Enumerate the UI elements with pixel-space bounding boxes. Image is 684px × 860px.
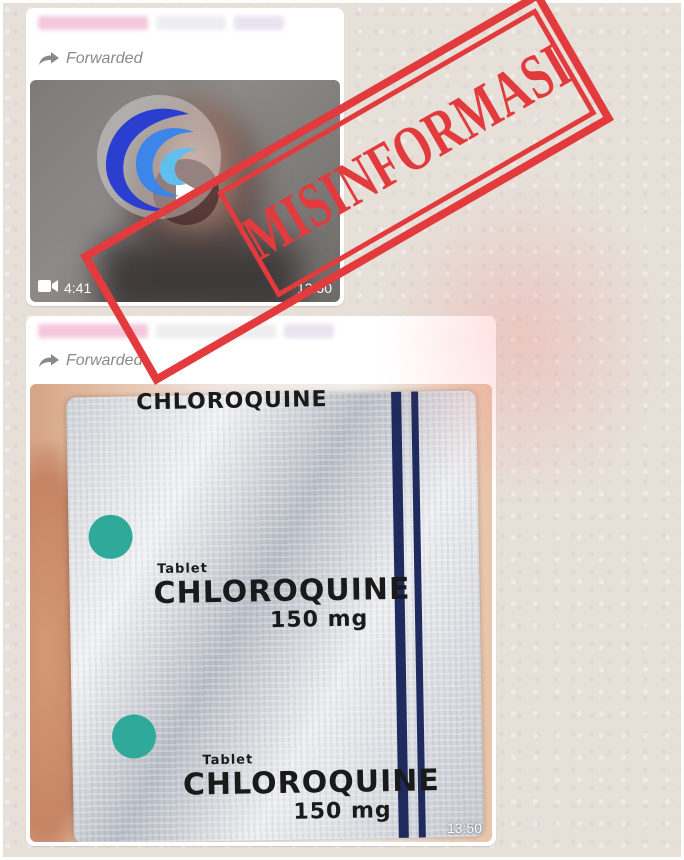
blur-block <box>234 16 284 30</box>
forwarded-icon <box>38 354 60 368</box>
teal-circle <box>111 714 157 759</box>
drug-name: CHLOROQUINE <box>153 571 411 612</box>
teal-circle <box>88 514 133 560</box>
video-camera-icon <box>38 279 58 296</box>
forwarded-label: Forwarded <box>66 50 143 67</box>
video-duration: 4:41 <box>64 279 92 296</box>
video-meta: 4:41 <box>38 279 91 296</box>
forwarded-indicator: Forwarded <box>38 352 142 370</box>
message-timestamp: 13:50 <box>446 820 482 836</box>
blur-block <box>38 16 148 30</box>
forwarded-label: Forwarded <box>66 352 143 369</box>
forwarded-icon <box>38 52 60 66</box>
drug-name: CHLOROQUINE <box>182 763 441 803</box>
blur-block <box>156 16 226 30</box>
drug-dose: 150 mg <box>269 606 369 634</box>
forwarded-indicator: Forwarded <box>38 50 142 68</box>
sender-name-blurred <box>38 16 284 30</box>
drug-dose: 150 mg <box>293 797 392 825</box>
